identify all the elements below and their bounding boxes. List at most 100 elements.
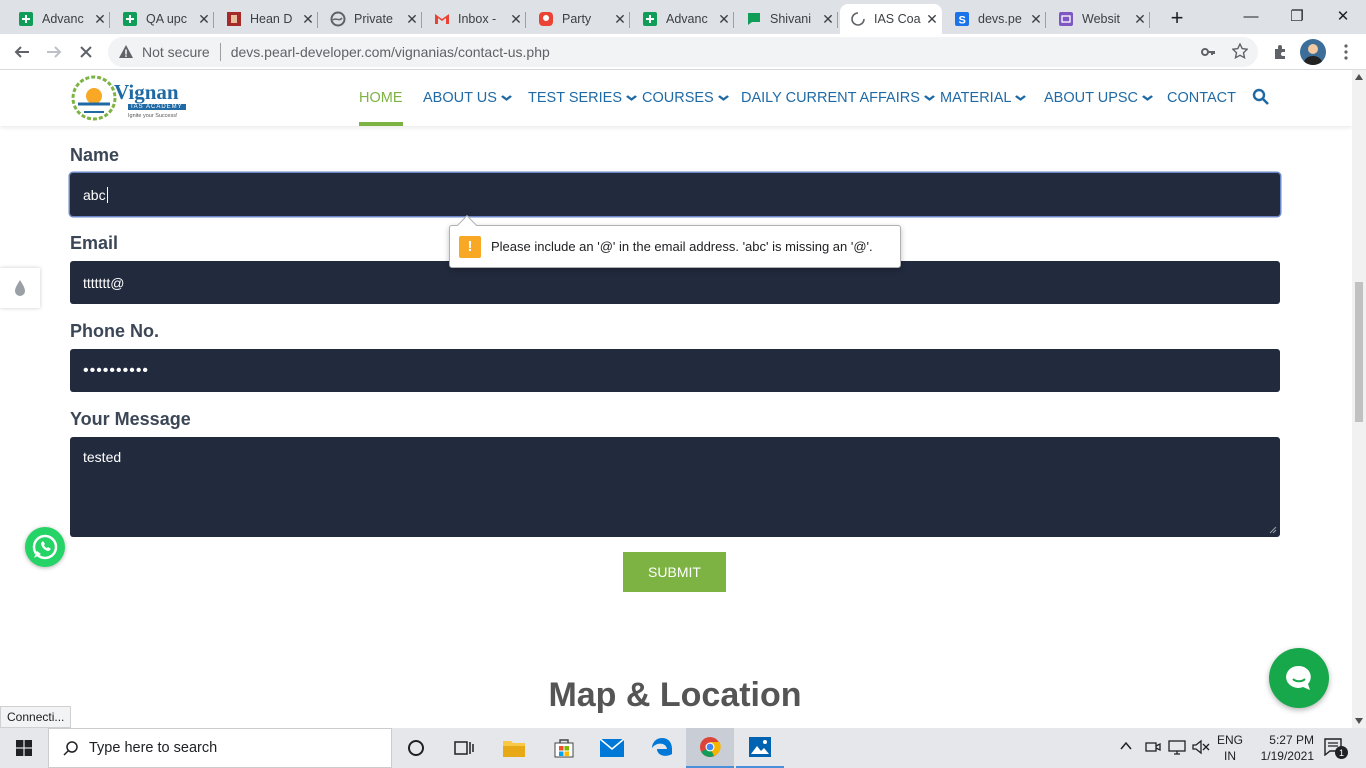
file-explorer-icon[interactable] [490, 728, 538, 768]
site-logo[interactable]: Vignan IAS ACADEMY Ignite your Success! [70, 74, 194, 122]
cortana-icon[interactable] [392, 728, 440, 768]
nav-item-home[interactable]: HOME [359, 70, 403, 126]
browser-tab[interactable]: Sdevs.pe ✕ [944, 4, 1046, 34]
globe-icon [330, 11, 346, 27]
logo-emblem-icon [71, 75, 117, 121]
show-hidden-icons-chevron[interactable] [1120, 740, 1132, 754]
url-text[interactable]: devs.pearl-developer.com/vignanias/conta… [231, 44, 550, 60]
scrollbar-thumb[interactable] [1355, 282, 1363, 422]
nav-item-test-series[interactable]: TEST SERIES [528, 70, 637, 126]
browser-tab[interactable]: Private ✕ [320, 4, 422, 34]
resize-handle-icon[interactable] [1269, 526, 1277, 534]
bookmark-star-icon[interactable] [1231, 42, 1249, 62]
maximize-button[interactable]: ❐ [1274, 0, 1320, 32]
message-label: Your Message [70, 409, 191, 429]
location-icon [538, 11, 554, 27]
language-indicator[interactable]: ENG IN [1212, 732, 1248, 764]
style-switcher-button[interactable] [0, 268, 40, 308]
name-input[interactable]: abc [70, 173, 1280, 216]
loading-icon [850, 11, 866, 27]
browser-tab[interactable]: Inbox - ✕ [424, 4, 526, 34]
browser-tab[interactable]: Hean D ✕ [216, 4, 318, 34]
search-icon[interactable] [1252, 88, 1270, 111]
chat-bubble-icon [1286, 665, 1311, 690]
nav-item-about-upsc[interactable]: ABOUT UPSC [1044, 70, 1154, 126]
task-view-icon[interactable] [440, 728, 488, 768]
forward-icon[interactable] [42, 40, 66, 64]
logo-tagline: Ignite your Success! [128, 113, 178, 119]
clock[interactable]: 5:27 PM 1/19/2021 [1252, 732, 1314, 764]
nav-item-courses[interactable]: COURSES [642, 70, 729, 126]
security-label[interactable]: Not secure [142, 44, 210, 60]
extensions-icon[interactable] [1268, 40, 1292, 64]
close-window-button[interactable]: ✕ [1320, 0, 1366, 32]
tab-close-icon[interactable]: ✕ [1130, 11, 1150, 28]
site-icon [1058, 11, 1074, 27]
tab-close-icon[interactable]: ✕ [610, 11, 630, 28]
nav-item-about-us[interactable]: ABOUT US [423, 70, 512, 126]
chrome-taskbar-icon[interactable] [686, 728, 734, 768]
active-nav-underline [359, 122, 403, 126]
tab-close-icon[interactable]: ✕ [714, 11, 734, 28]
whatsapp-icon[interactable] [25, 527, 65, 567]
tab-close-icon[interactable]: ✕ [922, 11, 942, 28]
nav-item-material[interactable]: MATERIAL [940, 70, 1027, 126]
tab-title: Hean D [250, 12, 293, 26]
phone-input-value: •••••••••• [83, 361, 150, 379]
message-textarea[interactable]: tested [70, 437, 1280, 537]
map-location-heading: Map & Location [548, 676, 802, 714]
tab-close-icon[interactable]: ✕ [402, 11, 422, 28]
browser-tab[interactable]: IAS Coa ✕ [840, 4, 942, 34]
live-chat-button[interactable] [1269, 648, 1329, 708]
scroll-up-icon[interactable] [1355, 74, 1363, 80]
warning-triangle-icon[interactable] [118, 44, 134, 60]
address-bar[interactable]: Not secure devs.pearl-developer.com/vign… [108, 37, 1258, 67]
browser-tab[interactable]: Websit ✕ [1048, 4, 1150, 34]
key-icon[interactable] [1200, 44, 1216, 63]
new-tab-button[interactable]: + [1154, 2, 1200, 34]
stop-loading-icon[interactable] [74, 40, 98, 64]
store-icon[interactable] [540, 728, 588, 768]
tab-close-icon[interactable]: ✕ [506, 11, 526, 28]
tab-close-icon[interactable]: ✕ [1026, 11, 1046, 28]
profile-avatar[interactable] [1300, 39, 1326, 65]
chevron-down-icon [1015, 93, 1027, 104]
tab-close-icon[interactable]: ✕ [194, 11, 214, 28]
submit-button[interactable]: SUBMIT [623, 552, 726, 592]
network-icon[interactable] [1168, 739, 1186, 760]
tab-close-icon[interactable]: ✕ [298, 11, 318, 28]
name-label: Name [70, 145, 120, 165]
browser-menu-icon[interactable] [1334, 40, 1358, 64]
logo-subtitle: IAS ACADEMY [128, 104, 186, 110]
taskbar-search-box[interactable]: Type here to search [48, 728, 392, 768]
notifications-icon[interactable]: 1 [1324, 738, 1348, 761]
minimize-button[interactable]: — [1228, 0, 1274, 32]
browser-tab[interactable]: Advanc ✕ [8, 4, 110, 34]
nav-item-contact[interactable]: CONTACT [1167, 70, 1236, 126]
browser-toolbar: Not secure devs.pearl-developer.com/vign… [0, 34, 1366, 70]
nav-item-daily-current-affairs[interactable]: DAILY CURRENT AFFAIRS [741, 70, 935, 126]
browser-tab[interactable]: Shivani ✕ [736, 4, 838, 34]
clock-date: 1/19/2021 [1260, 749, 1314, 763]
page-scrollbar[interactable] [1352, 70, 1366, 728]
scroll-down-icon[interactable] [1355, 718, 1363, 724]
email-label: Email [70, 233, 119, 253]
book-icon [226, 11, 242, 27]
chevron-down-icon [1142, 93, 1154, 104]
back-icon[interactable] [10, 40, 34, 64]
volume-muted-icon[interactable] [1192, 739, 1210, 760]
windows-start-icon[interactable] [0, 728, 48, 768]
meet-now-icon[interactable] [1145, 739, 1161, 760]
photos-icon[interactable] [736, 728, 784, 768]
validation-tooltip: ! Please include an '@' in the email add… [449, 215, 901, 268]
tooltip-arrow [457, 215, 477, 235]
tab-close-icon[interactable]: ✕ [818, 11, 838, 28]
browser-tab[interactable]: Advanc ✕ [632, 4, 734, 34]
tab-close-icon[interactable]: ✕ [90, 11, 110, 28]
edge-browser-icon[interactable] [638, 728, 686, 768]
phone-input[interactable]: •••••••••• [70, 349, 1280, 392]
browser-tab[interactable]: Party ✕ [528, 4, 630, 34]
mail-icon[interactable] [588, 728, 636, 768]
browser-tab[interactable]: QA upc ✕ [112, 4, 214, 34]
tab-title: devs.pe [978, 12, 1022, 26]
